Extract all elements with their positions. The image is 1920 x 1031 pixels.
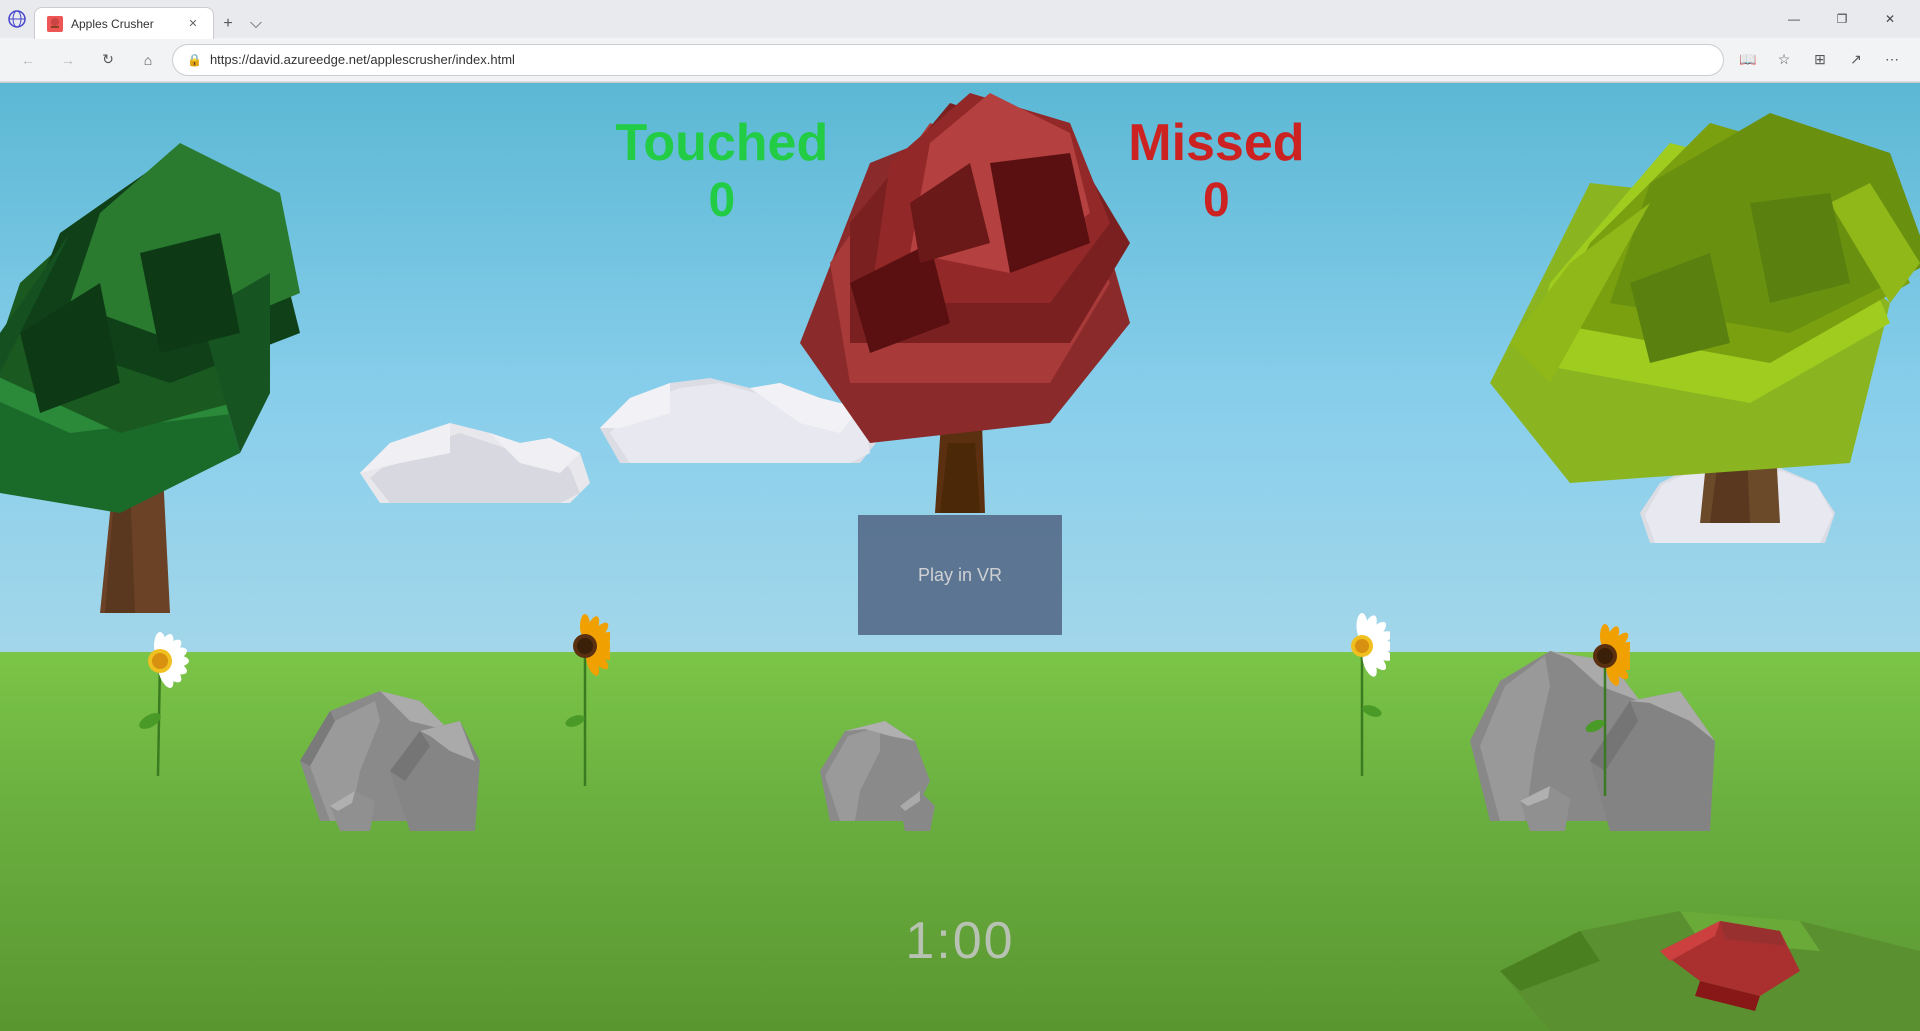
address-bar[interactable]: 🔒 https://david.azureedge.net/applescrus… <box>172 44 1724 76</box>
window-controls: — ❐ ✕ <box>1772 0 1912 38</box>
favorites-button[interactable]: ☆ <box>1768 44 1800 76</box>
timer: 1:00 <box>905 911 1014 971</box>
flower-sunflower-left <box>560 591 610 791</box>
missed-value: 0 <box>1128 173 1304 228</box>
bottom-right-structure <box>1500 831 1920 1031</box>
close-button[interactable]: ✕ <box>1868 0 1912 38</box>
rocks-center <box>820 711 940 831</box>
reload-button[interactable]: ↻ <box>92 44 124 76</box>
tab-close-button[interactable]: ✕ <box>185 16 201 32</box>
cloud-1 <box>360 423 590 513</box>
browser-chrome: Apples Crusher ✕ + ⌵ — ❐ ✕ ← → ↻ ⌂ 🔒 htt… <box>0 0 1920 83</box>
forward-button[interactable]: → <box>52 44 84 76</box>
missed-score-block: Missed 0 <box>1128 113 1304 228</box>
touched-label: Touched <box>615 113 828 173</box>
score-area: Touched 0 Missed 0 <box>0 113 1920 228</box>
minimize-button[interactable]: — <box>1772 0 1816 38</box>
lock-icon: 🔒 <box>187 53 202 67</box>
tab-bar: Apples Crusher ✕ + ⌵ <box>34 0 1764 38</box>
flower-daisy-right <box>1335 591 1390 781</box>
title-bar: Apples Crusher ✕ + ⌵ — ❐ ✕ <box>0 0 1920 38</box>
nav-bar: ← → ↻ ⌂ 🔒 https://david.azureedge.net/ap… <box>0 38 1920 82</box>
flower-sunflower-right <box>1580 601 1630 801</box>
nav-right-icons: 📖 ☆ ⊞ ↗ ⋯ <box>1732 44 1908 76</box>
settings-button[interactable]: ⋯ <box>1876 44 1908 76</box>
active-tab[interactable]: Apples Crusher ✕ <box>34 7 214 39</box>
url-text: https://david.azureedge.net/applescrushe… <box>210 52 1709 67</box>
rocks-left <box>300 671 480 831</box>
collections-button[interactable]: ⊞ <box>1804 44 1836 76</box>
game-viewport: Touched 0 Missed 0 <box>0 83 1920 1031</box>
tab-title: Apples Crusher <box>71 17 177 31</box>
home-button[interactable]: ⌂ <box>132 44 164 76</box>
touched-value: 0 <box>615 173 828 228</box>
reader-mode-button[interactable]: 📖 <box>1732 44 1764 76</box>
play-vr-button[interactable]: Play in VR <box>858 515 1062 635</box>
title-bar-left <box>8 10 26 28</box>
missed-label: Missed <box>1128 113 1304 173</box>
share-button[interactable]: ↗ <box>1840 44 1872 76</box>
back-button[interactable]: ← <box>12 44 44 76</box>
tab-menu-button[interactable]: ⌵ <box>242 10 270 38</box>
new-tab-button[interactable]: + <box>214 10 242 38</box>
tab-favicon <box>47 16 63 32</box>
touched-score-block: Touched 0 <box>615 113 828 228</box>
flower-left-daisy <box>130 601 190 781</box>
browser-icon <box>8 10 26 28</box>
maximize-button[interactable]: ❐ <box>1820 0 1864 38</box>
